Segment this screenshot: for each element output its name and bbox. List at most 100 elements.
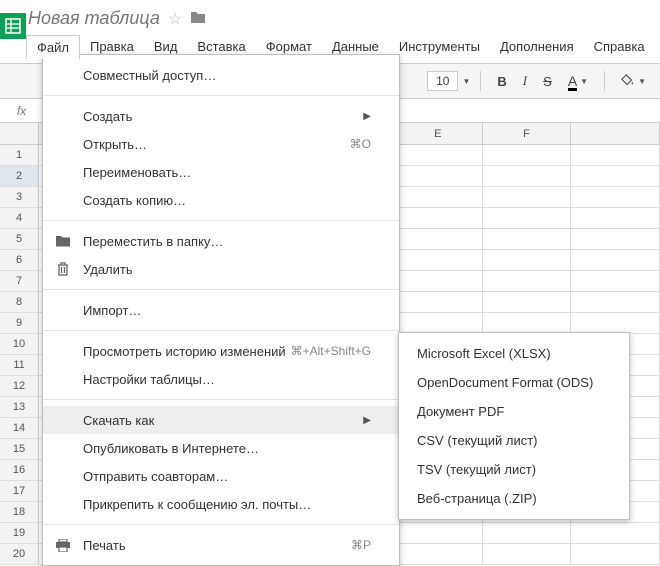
font-size-caret-icon[interactable]: ▼ [462, 77, 470, 86]
cell[interactable] [483, 523, 572, 543]
download-ods[interactable]: OpenDocument Format (ODS) [399, 368, 629, 397]
download-tsv[interactable]: TSV (текущий лист) [399, 455, 629, 484]
cell[interactable] [394, 229, 483, 249]
row-header[interactable]: 8 [0, 292, 39, 312]
menu-make-copy[interactable]: Создать копию… [43, 186, 399, 214]
cell[interactable] [394, 208, 483, 228]
download-zip[interactable]: Веб-страница (.ZIP) [399, 484, 629, 513]
cell[interactable] [571, 313, 660, 333]
row-header[interactable]: 9 [0, 313, 39, 333]
menu-import[interactable]: Импорт… [43, 296, 399, 324]
menu-help[interactable]: Справка [584, 35, 655, 59]
menu-download-as[interactable]: Скачать как▶ [43, 406, 399, 434]
cell[interactable] [571, 250, 660, 270]
cell[interactable] [483, 166, 572, 186]
column-header[interactable]: F [483, 123, 572, 144]
cell[interactable] [571, 523, 660, 543]
cell[interactable] [483, 187, 572, 207]
download-pdf[interactable]: Документ PDF [399, 397, 629, 426]
column-header[interactable]: E [394, 123, 483, 144]
menu-item-label: Опубликовать в Интернете… [83, 441, 259, 456]
cell[interactable] [571, 229, 660, 249]
cell[interactable] [483, 208, 572, 228]
cell[interactable] [571, 292, 660, 312]
menu-new[interactable]: Создать▶ [43, 102, 399, 130]
menu-revision-history[interactable]: Просмотреть историю изменений⌘+Alt+Shift… [43, 337, 399, 365]
cell[interactable] [483, 271, 572, 291]
cell[interactable] [394, 313, 483, 333]
cell[interactable] [394, 523, 483, 543]
cell[interactable] [394, 292, 483, 312]
menu-tools[interactable]: Инструменты [389, 35, 490, 59]
menu-delete[interactable]: Удалить [43, 255, 399, 283]
menu-rename[interactable]: Переименовать… [43, 158, 399, 186]
cell[interactable] [571, 166, 660, 186]
cell[interactable] [483, 544, 572, 564]
column-header[interactable] [571, 123, 660, 144]
star-icon[interactable]: ☆ [168, 9, 182, 29]
row-header[interactable]: 14 [0, 418, 39, 438]
cell[interactable] [394, 166, 483, 186]
download-xlsx[interactable]: Microsoft Excel (XLSX) [399, 339, 629, 368]
cell[interactable] [571, 544, 660, 564]
row-header[interactable]: 1 [0, 145, 39, 165]
row-header[interactable]: 20 [0, 544, 39, 564]
cell[interactable] [394, 250, 483, 270]
row-header[interactable]: 4 [0, 208, 39, 228]
row-header[interactable]: 17 [0, 481, 39, 501]
row-header[interactable]: 5 [0, 229, 39, 249]
cell[interactable] [483, 313, 572, 333]
menu-publish[interactable]: Опубликовать в Интернете… [43, 434, 399, 462]
cell[interactable] [394, 544, 483, 564]
fx-label[interactable]: fx [0, 99, 44, 122]
menu-addons[interactable]: Дополнения [490, 35, 584, 59]
menu-share[interactable]: Совместный доступ… [43, 61, 399, 89]
cell[interactable] [571, 145, 660, 165]
cell[interactable] [394, 187, 483, 207]
strikethrough-button[interactable]: S [537, 70, 558, 93]
font-size-input[interactable]: 10 [427, 71, 458, 91]
document-title[interactable]: Новая таблица [28, 8, 160, 29]
row-header[interactable]: 6 [0, 250, 39, 270]
row-header[interactable]: 2 [0, 166, 39, 186]
fill-color-button[interactable]: ▼ [615, 70, 652, 92]
text-color-button[interactable]: A [568, 73, 577, 89]
cell[interactable] [571, 187, 660, 207]
menu-email-collaborators[interactable]: Отправить соавторам… [43, 462, 399, 490]
row-header[interactable]: 11 [0, 355, 39, 375]
cell[interactable] [483, 145, 572, 165]
bold-button[interactable]: B [491, 70, 512, 93]
row-header[interactable]: 15 [0, 439, 39, 459]
cell[interactable] [483, 292, 572, 312]
menu-item-label: Переименовать… [83, 165, 191, 180]
folder-icon[interactable] [190, 10, 206, 27]
menu-email-attachment[interactable]: Прикрепить к сообщению эл. почты… [43, 490, 399, 518]
menu-print[interactable]: Печать⌘P [43, 531, 399, 559]
row-header[interactable]: 16 [0, 460, 39, 480]
shortcut-label: ⌘+Alt+Shift+G [291, 344, 371, 358]
cell[interactable] [483, 250, 572, 270]
paint-bucket-icon [621, 74, 635, 88]
row-header[interactable]: 7 [0, 271, 39, 291]
menu-file[interactable]: Файл [26, 35, 80, 59]
cell[interactable] [483, 229, 572, 249]
row-header[interactable]: 18 [0, 502, 39, 522]
row-header[interactable]: 12 [0, 376, 39, 396]
menu-open[interactable]: Открыть…⌘O [43, 130, 399, 158]
app-logo[interactable] [0, 4, 26, 48]
menu-move-folder[interactable]: Переместить в папку… [43, 227, 399, 255]
download-csv[interactable]: CSV (текущий лист) [399, 426, 629, 455]
select-all-corner[interactable] [0, 123, 39, 144]
cell[interactable] [394, 271, 483, 291]
cell[interactable] [394, 145, 483, 165]
cell[interactable] [571, 208, 660, 228]
row-header[interactable]: 3 [0, 187, 39, 207]
menu-spreadsheet-settings[interactable]: Настройки таблицы… [43, 365, 399, 393]
cell[interactable] [571, 271, 660, 291]
text-color-caret-icon[interactable]: ▼ [580, 77, 588, 86]
menu-item-label: Создать [83, 109, 132, 124]
italic-button[interactable]: I [517, 69, 533, 93]
row-header[interactable]: 19 [0, 523, 39, 543]
row-header[interactable]: 10 [0, 334, 39, 354]
row-header[interactable]: 13 [0, 397, 39, 417]
